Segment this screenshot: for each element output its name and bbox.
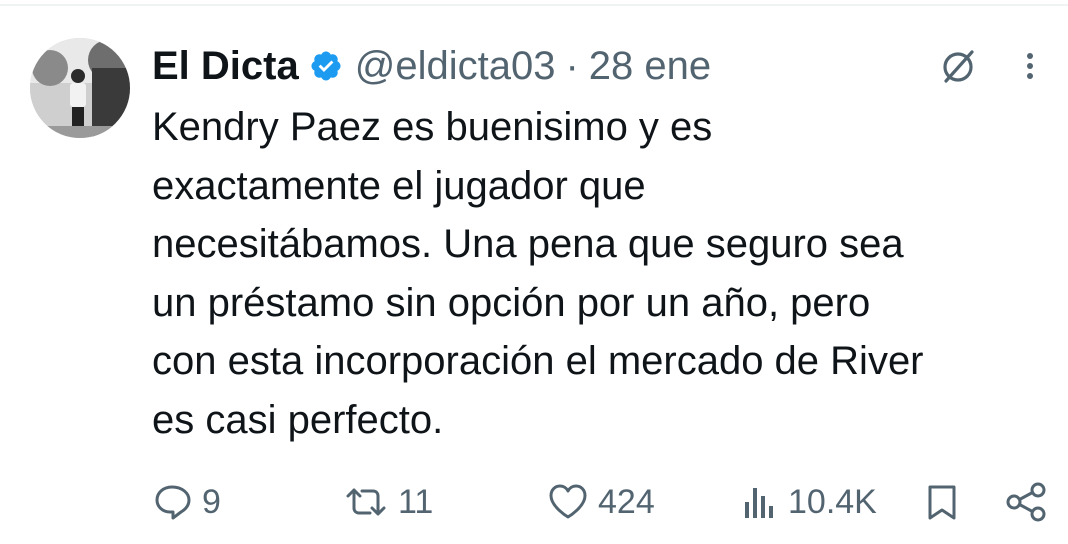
tweet-text-line: es casi perfecto.	[152, 397, 444, 442]
like-count: 424	[598, 482, 655, 521]
separator-dot: ·	[565, 43, 579, 88]
tweet-text-line: exactamente el jugador que	[152, 163, 646, 208]
tweet-header: El Dicta @eldicta03 · 28 ene	[152, 38, 711, 94]
bookmark-button[interactable]	[920, 474, 964, 530]
views-button[interactable]: 10.4K	[740, 474, 877, 530]
bookmark-icon	[928, 485, 956, 520]
more-vertical-icon[interactable]	[1012, 44, 1048, 88]
tweet-date[interactable]: 28 ene	[589, 44, 711, 89]
action-bar: 9 11 424 10.4K	[0, 474, 1068, 530]
views-count: 10.4K	[788, 482, 877, 521]
avatar-image	[30, 38, 130, 138]
like-button[interactable]: 424	[546, 474, 655, 530]
reply-button[interactable]: 9	[150, 474, 221, 530]
heart-icon	[549, 484, 587, 519]
repost-count: 11	[398, 482, 434, 521]
verified-badge-icon	[309, 49, 343, 83]
handle[interactable]: @eldicta03	[355, 44, 556, 89]
grok-icon[interactable]	[936, 44, 980, 88]
avatar[interactable]	[30, 38, 130, 138]
repost-icon	[346, 488, 386, 516]
tweet-text-line: necesitábamos. Una pena que seguro sea	[152, 222, 904, 266]
tweet-text-line: con esta incorporación el mercado de Riv…	[152, 339, 924, 383]
top-divider	[0, 4, 1068, 6]
reply-count: 9	[202, 482, 221, 521]
tweet-text-line: Kendry Paez es buenisimo y es	[152, 105, 713, 149]
views-icon	[745, 488, 773, 518]
repost-button[interactable]: 11	[342, 474, 433, 530]
reply-icon	[155, 485, 191, 520]
tweet-text-line: un préstamo sin opción por un año, pero	[152, 280, 871, 325]
share-button[interactable]	[1002, 474, 1050, 530]
tweet-text: Kendry Paez es buenisimo y es exactament…	[152, 98, 1052, 449]
display-name[interactable]: El Dicta	[152, 44, 299, 89]
share-icon	[1006, 482, 1046, 522]
